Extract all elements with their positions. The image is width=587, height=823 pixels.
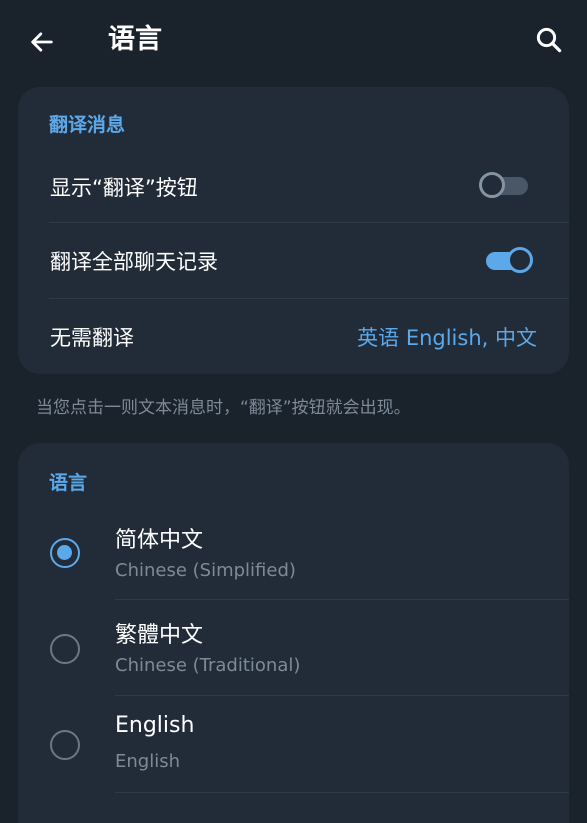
language-item-traditional-chinese[interactable]: 繁體中文 Chinese (Traditional) — [18, 600, 569, 695]
section-header-translate: 翻译消息 — [49, 114, 126, 136]
translate-all-chats-label: 翻译全部聊天记录 — [50, 250, 218, 274]
language-card: 语言 简体中文 Chinese (Simplified) 繁體中文 Chines… — [18, 443, 569, 823]
language-name: 繁體中文 — [115, 623, 204, 648]
translate-settings-card: 翻译消息 显示“翻译”按钮 翻译全部聊天记录 无需翻译 英语 English, … — [18, 87, 569, 374]
toggle-knob — [479, 172, 505, 198]
section-header-language: 语言 — [49, 472, 88, 494]
toggle-knob — [507, 247, 533, 273]
radio-dot — [57, 545, 72, 560]
language-subtitle: English — [115, 751, 180, 772]
search-icon — [536, 27, 562, 53]
language-name: 简体中文 — [115, 528, 204, 553]
language-name: English — [115, 713, 195, 738]
language-item-simplified-chinese[interactable]: 简体中文 Chinese (Simplified) — [18, 505, 569, 599]
page-title: 语言 — [108, 24, 162, 55]
do-not-translate-value: 英语 English, 中文 — [357, 326, 537, 350]
language-subtitle: Chinese (Simplified) — [115, 560, 296, 581]
radio-button[interactable] — [50, 634, 80, 664]
translate-all-chats-toggle[interactable] — [483, 243, 535, 277]
search-button[interactable] — [529, 20, 569, 60]
show-translate-button-toggle[interactable] — [479, 168, 531, 202]
language-subtitle: Chinese (Traditional) — [115, 655, 301, 676]
show-translate-button-label: 显示“翻译”按钮 — [50, 176, 198, 200]
do-not-translate-row[interactable]: 无需翻译 英语 English, 中文 — [18, 299, 569, 374]
do-not-translate-label: 无需翻译 — [50, 326, 134, 350]
back-button[interactable] — [22, 22, 62, 62]
radio-button[interactable] — [50, 730, 80, 760]
show-translate-button-row[interactable]: 显示“翻译”按钮 — [18, 150, 569, 222]
radio-button[interactable] — [50, 538, 80, 568]
translate-all-chats-row[interactable]: 翻译全部聊天记录 — [18, 223, 569, 298]
app-bar: 语言 — [0, 0, 587, 82]
arrow-left-icon — [31, 32, 53, 52]
translate-footer-note: 当您点击一则文本消息时，“翻译”按钮就会出现。 — [36, 398, 411, 418]
language-item-english[interactable]: English English — [18, 696, 569, 792]
divider — [115, 792, 569, 793]
